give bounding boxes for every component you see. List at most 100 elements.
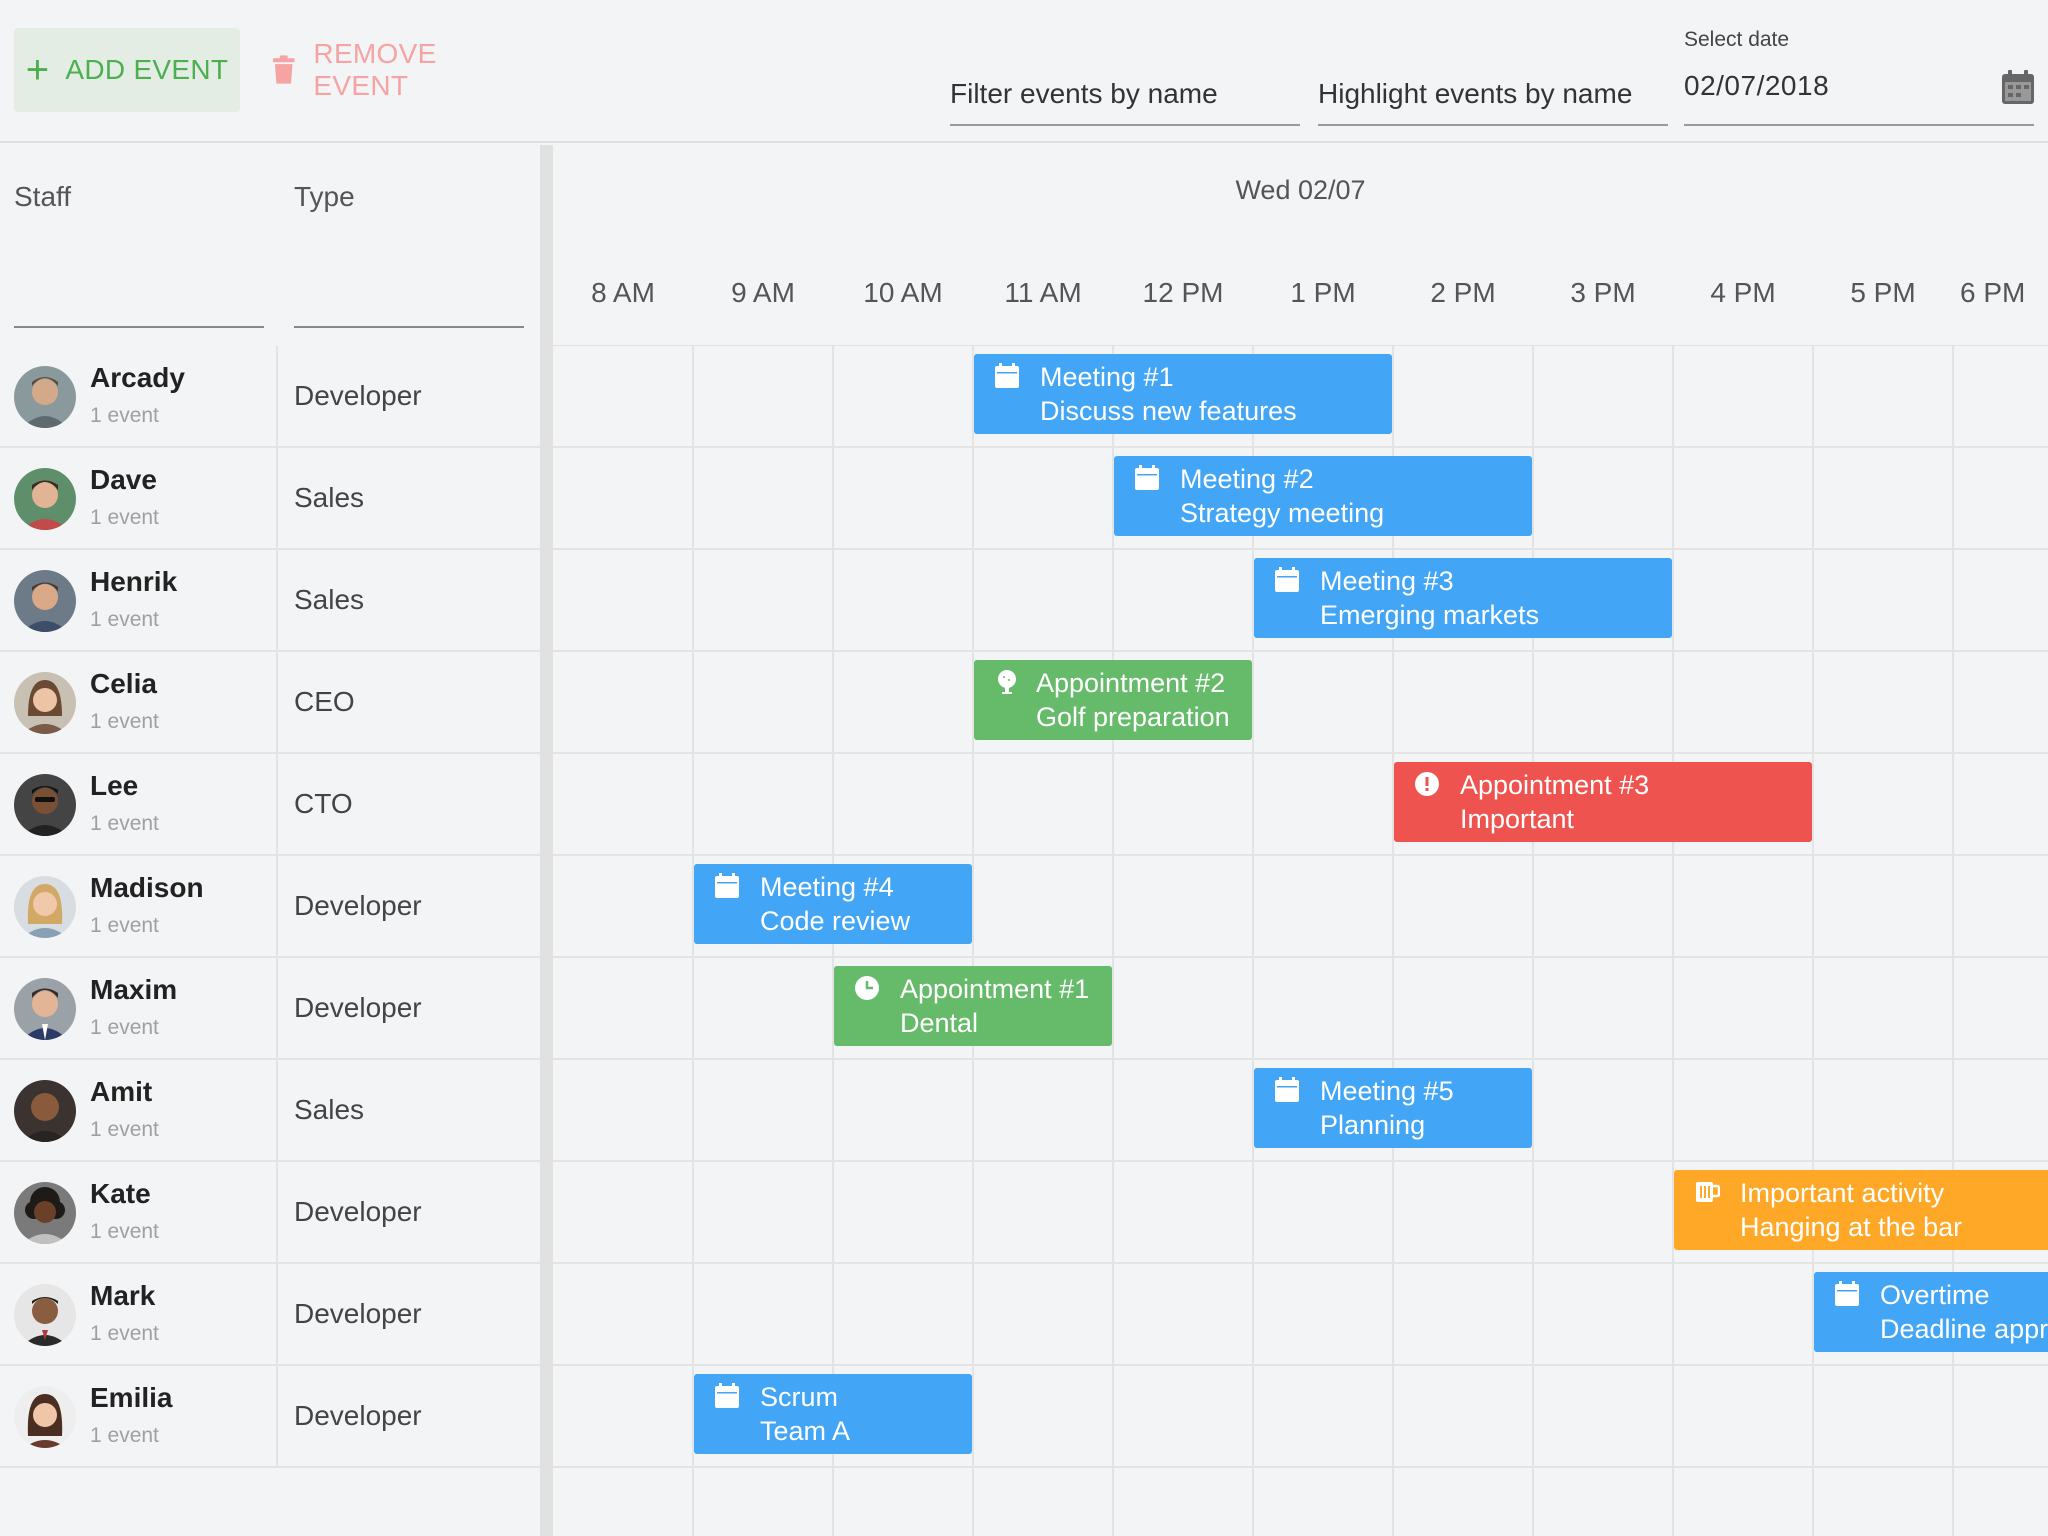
staff-grid-header: Staff Type (0, 145, 540, 346)
staff-type: Developer (294, 1400, 422, 1431)
staff-name: Henrik (90, 566, 178, 597)
panel-splitter[interactable] (540, 145, 553, 1536)
staff-cell: Emilia 1 event (0, 1366, 278, 1466)
type-column-filter[interactable] (294, 326, 524, 328)
add-event-label: ADD EVENT (65, 54, 229, 85)
event-title: Appointment #3 (1460, 770, 1650, 800)
staff-event-count: 1 event (90, 506, 159, 529)
select-date-label: Select date (1684, 28, 1790, 51)
date-input-value[interactable]: 02/07/2018 (1684, 70, 1829, 102)
calendar-picker-icon[interactable] (2002, 70, 2034, 104)
avatar (14, 672, 76, 734)
staff-event-count: 1 event (90, 1220, 159, 1243)
staff-name: Mark (90, 1280, 156, 1311)
staff-row[interactable]: Dave 1 event Sales (0, 448, 2048, 550)
event-title: Appointment #2 (1036, 668, 1226, 698)
event-subtitle: Deadline approaching (1880, 1314, 2048, 1344)
highlight-events-input[interactable] (1318, 66, 1668, 110)
staff-name: Madison (90, 872, 204, 903)
filter-events-input[interactable] (950, 66, 1300, 110)
staff-name: Arcady (90, 362, 185, 393)
event-subtitle: Golf preparation (1036, 702, 1230, 732)
event-bar[interactable]: Overtime Deadline approaching (1814, 1272, 2048, 1352)
staff-cell: Lee 1 event (0, 754, 278, 854)
staff-name: Dave (90, 464, 157, 495)
event-bar[interactable]: Appointment #2 Golf preparation (974, 660, 1252, 740)
event-title: Important activity (1740, 1178, 1945, 1208)
hour-label: 8 AM (591, 277, 655, 308)
calendar-icon (1835, 1281, 1859, 1306)
staff-type: Developer (294, 1298, 422, 1329)
staff-cell: Maxim 1 event (0, 958, 278, 1058)
staff-row[interactable]: Emilia 1 event Developer (0, 1366, 2048, 1468)
avatar (14, 1284, 76, 1346)
staff-event-count: 1 event (90, 914, 159, 937)
beer-icon (1696, 1182, 1720, 1202)
event-bar[interactable]: Meeting #2 Strategy meeting (1114, 456, 1532, 536)
add-event-button[interactable]: + ADD EVENT (14, 28, 240, 112)
event-subtitle: Important (1460, 804, 1575, 834)
staff-row[interactable]: Mark 1 event Developer (0, 1264, 2048, 1366)
event-title: Meeting #5 (1320, 1076, 1454, 1106)
staff-type: CEO (294, 686, 355, 717)
calendar-icon (715, 1383, 739, 1408)
staff-event-count: 1 event (90, 710, 159, 733)
staff-cell: Amit 1 event (0, 1060, 278, 1160)
event-title: Meeting #1 (1040, 362, 1174, 392)
avatar (14, 570, 76, 632)
staff-cell: Mark 1 event (0, 1264, 278, 1364)
event-bar[interactable]: Meeting #1 Discuss new features (974, 354, 1392, 434)
staff-type: Sales (294, 1094, 365, 1125)
event-subtitle: Team A (760, 1416, 851, 1446)
event-title: Meeting #2 (1180, 464, 1314, 494)
staff-cell: Madison 1 event (0, 856, 278, 956)
staff-event-count: 1 event (90, 1322, 159, 1345)
staff-column-filter[interactable] (14, 326, 264, 328)
hour-label: 3 PM (1570, 277, 1636, 308)
calendar-icon (715, 873, 739, 898)
staff-row[interactable]: Madison 1 event Developer (0, 856, 2048, 958)
staff-cell: Dave 1 event (0, 448, 278, 548)
staff-type: Developer (294, 992, 422, 1023)
staff-row[interactable]: Amit 1 event Sales (0, 1060, 2048, 1162)
event-bar[interactable]: Important activity Hanging at the bar (1674, 1170, 2048, 1250)
event-subtitle: Planning (1320, 1110, 1426, 1140)
staff-cell: Kate 1 event (0, 1162, 278, 1262)
hour-label: 9 AM (731, 277, 795, 308)
plus-icon: + (25, 48, 50, 92)
staff-event-count: 1 event (90, 812, 159, 835)
column-header-staff[interactable]: Staff (14, 181, 71, 213)
hour-label: 11 AM (1004, 277, 1082, 308)
remove-event-button[interactable]: REMOVE EVENT (272, 28, 534, 112)
golf-icon (998, 670, 1016, 694)
calendar-icon (1275, 567, 1299, 592)
day-label: Wed 02/07 (1235, 175, 1366, 205)
event-bar[interactable]: Scrum Team A (694, 1374, 972, 1454)
column-header-type[interactable]: Type (294, 181, 355, 213)
event-bar[interactable]: Appointment #3 Important (1394, 762, 1812, 842)
avatar (14, 876, 76, 938)
hour-label: 10 AM (863, 277, 943, 308)
avatar (14, 1386, 76, 1448)
highlight-events-field (1318, 66, 1668, 126)
avatar (14, 1080, 76, 1142)
staff-row[interactable]: Henrik 1 event Sales (0, 550, 2048, 652)
hour-label: 12 PM (1142, 277, 1224, 308)
staff-event-count: 1 event (90, 1016, 159, 1039)
event-bar[interactable]: Meeting #5 Planning (1254, 1068, 1532, 1148)
calendar-icon (1135, 465, 1159, 490)
event-subtitle: Hanging at the bar (1740, 1212, 1963, 1242)
event-bar[interactable]: Appointment #1 Dental (834, 966, 1112, 1046)
event-subtitle: Discuss new features (1040, 396, 1297, 426)
staff-name: Amit (90, 1076, 153, 1107)
avatar (14, 1182, 76, 1244)
event-subtitle: Emerging markets (1320, 600, 1540, 630)
hour-label: 5 PM (1850, 277, 1916, 308)
event-bar[interactable]: Meeting #4 Code review (694, 864, 972, 944)
staff-type: Developer (294, 890, 422, 921)
event-title: Meeting #4 (760, 872, 894, 902)
hour-label: 1 PM (1290, 277, 1356, 308)
staff-name: Lee (90, 770, 139, 801)
filter-events-field (950, 66, 1300, 126)
event-bar[interactable]: Meeting #3 Emerging markets (1254, 558, 1672, 638)
